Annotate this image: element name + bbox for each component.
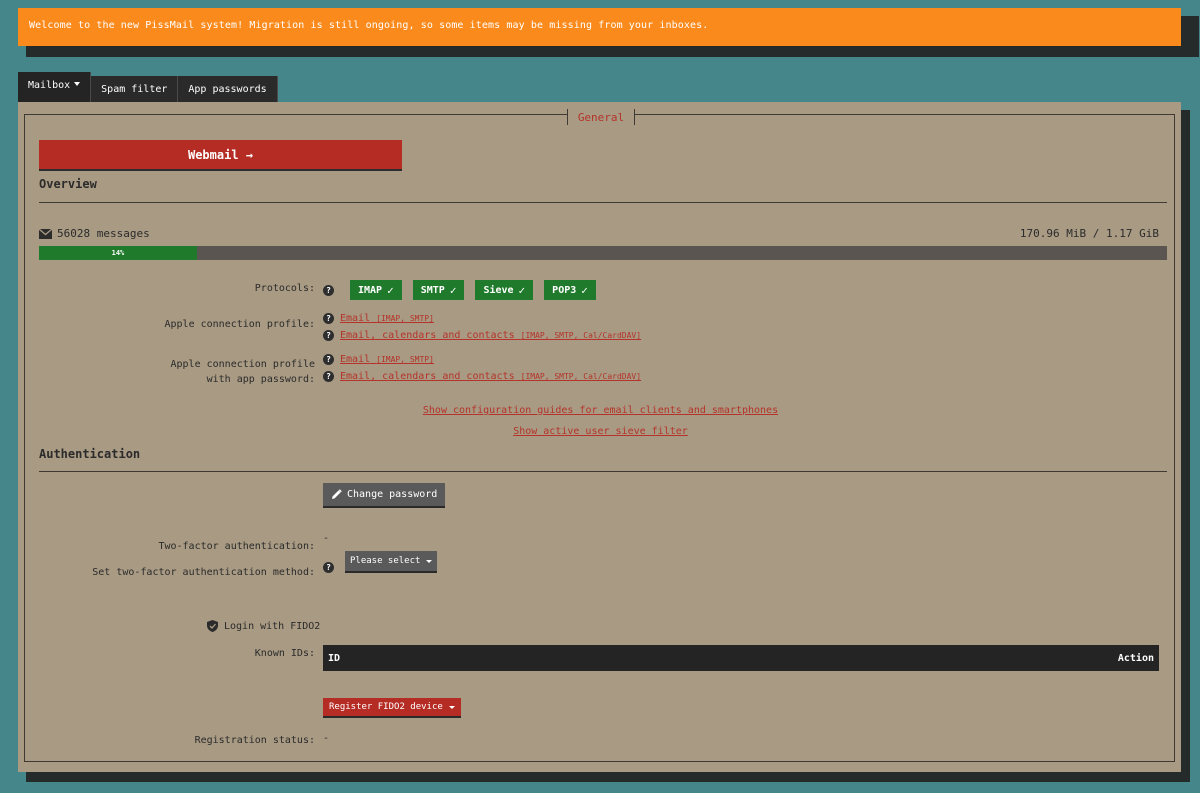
- link-protocols: [IMAP, SMTP]: [376, 355, 434, 364]
- question-icon[interactable]: ?: [323, 313, 334, 324]
- link-text: Email, calendars and contacts: [340, 371, 515, 382]
- apple-app-label-line2: with app password:: [206, 374, 315, 385]
- check-icon: ✓: [581, 283, 588, 297]
- apple-app-email-link[interactable]: Email [IMAP, SMTP]: [340, 354, 434, 365]
- tab-spam-filter-label: Spam filter: [101, 84, 168, 95]
- link-text: Email, calendars and contacts: [340, 330, 515, 341]
- pencil-icon: [332, 489, 342, 499]
- quota-bar-fill: 14%: [39, 246, 197, 260]
- apple-app-full-row: ? Email, calendars and contacts [IMAP, S…: [323, 371, 641, 382]
- webmail-button[interactable]: Webmail →: [39, 140, 402, 171]
- question-icon[interactable]: ?: [323, 330, 334, 341]
- tab-spam-filter[interactable]: Spam filter: [91, 76, 179, 104]
- chevron-down-icon: [448, 705, 455, 709]
- table-action-header: Action: [1117, 652, 1154, 664]
- sieve-filter-row: Show active user sieve filter: [25, 426, 1176, 437]
- check-icon: ✓: [387, 283, 394, 297]
- register-fido-label: Register FIDO2 device: [329, 702, 443, 712]
- link-protocols: [IMAP, SMTP, Cal/CardDAV]: [520, 331, 642, 340]
- table-id-header: ID: [328, 652, 341, 664]
- link-text: Email: [340, 313, 371, 324]
- protocol-badge-imap: IMAP ✓: [350, 280, 402, 300]
- change-password-label: Change password: [347, 489, 438, 500]
- quota-percent: 14%: [111, 249, 125, 257]
- tfa-method-row: ?: [323, 562, 340, 573]
- apple-profile-email-row: ? Email [IMAP, SMTP]: [323, 313, 434, 324]
- tab-app-passwords[interactable]: App passwords: [178, 76, 278, 104]
- apple-app-email-row: ? Email [IMAP, SMTP]: [323, 354, 434, 365]
- protocol-badge-smtp: SMTP ✓: [412, 280, 465, 300]
- tab-app-passwords-label: App passwords: [188, 84, 267, 95]
- change-password-button[interactable]: Change password: [323, 483, 446, 508]
- link-protocols: [IMAP, SMTP]: [376, 314, 434, 323]
- registration-status-value: -: [323, 733, 330, 744]
- apple-app-profile-label: Apple connection profile with app passwo…: [25, 357, 316, 387]
- config-guides-link[interactable]: Show configuration guides for email clie…: [423, 405, 778, 416]
- question-icon[interactable]: ?: [323, 562, 334, 573]
- known-ids-table-header: ID Action: [323, 645, 1159, 671]
- tab-mailbox-label: Mailbox: [28, 80, 71, 91]
- chevron-down-icon: [426, 559, 433, 563]
- quota-bar: 14%: [39, 246, 1167, 260]
- authentication-divider: [39, 471, 1167, 472]
- tfa-method-select-value: Please select: [350, 556, 421, 566]
- fido-label-row: Login with FIDO2: [207, 620, 320, 632]
- protocols-label: Protocols:: [254, 283, 315, 294]
- protocol-smtp-label: SMTP: [420, 284, 445, 296]
- protocol-sieve-label: Sieve: [483, 284, 514, 296]
- general-fieldset: General Webmail → Overview 56028 message…: [24, 109, 1176, 762]
- authentication-title: Authentication: [39, 447, 141, 461]
- apple-profile-label: Apple connection profile:: [164, 319, 315, 330]
- message-count: 56028 messages: [39, 227, 150, 240]
- protocol-imap-label: IMAP: [358, 284, 383, 296]
- mailbox-size: 170.96 MiB / 1.17 GiB: [1019, 227, 1159, 240]
- link-protocols: [IMAP, SMTP, Cal/CardDAV]: [520, 372, 642, 381]
- welcome-banner: Welcome to the new PissMail system! Migr…: [18, 8, 1181, 46]
- link-text: Email: [340, 354, 371, 365]
- shield-icon: [207, 620, 218, 632]
- overview-divider: [39, 202, 1167, 203]
- protocol-badge-sieve: Sieve ✓: [475, 280, 534, 300]
- caret-down-icon: [74, 82, 81, 86]
- tfa-method-select[interactable]: Please select: [345, 551, 438, 573]
- registration-status-label: Registration status:: [194, 735, 315, 746]
- overview-title: Overview: [39, 177, 97, 191]
- webmail-label: Webmail →: [187, 148, 254, 162]
- tab-mailbox[interactable]: Mailbox: [18, 72, 92, 104]
- known-ids-label: Known IDs:: [254, 648, 315, 659]
- sieve-filter-link[interactable]: Show active user sieve filter: [513, 426, 688, 437]
- envelope-icon: [39, 228, 52, 239]
- general-legend: General: [567, 109, 635, 125]
- apple-profile-email-link[interactable]: Email [IMAP, SMTP]: [340, 313, 434, 324]
- register-fido-button[interactable]: Register FIDO2 device: [323, 698, 461, 718]
- protocol-badge-pop3: POP3 ✓: [544, 280, 596, 300]
- check-icon: ✓: [449, 283, 457, 297]
- message-count-text: 56028 messages: [57, 227, 150, 240]
- tfa-method-label: Set two-factor authentication method:: [92, 567, 315, 578]
- tab-bar: Mailbox Spam filter App passwords: [18, 72, 278, 104]
- mailbox-panel: General Webmail → Overview 56028 message…: [18, 102, 1181, 772]
- apple-app-full-link[interactable]: Email, calendars and contacts [IMAP, SMT…: [340, 371, 641, 382]
- question-icon[interactable]: ?: [323, 371, 334, 382]
- question-icon[interactable]: ?: [323, 284, 334, 296]
- question-icon[interactable]: ?: [323, 354, 334, 365]
- tfa-label: Two-factor authentication:: [158, 541, 315, 552]
- protocol-pop3-label: POP3: [552, 284, 577, 296]
- banner-text: Welcome to the new PissMail system! Migr…: [29, 20, 709, 31]
- apple-app-label-line1: Apple connection profile: [170, 359, 316, 370]
- fido-label: Login with FIDO2: [224, 620, 321, 632]
- check-icon: ✓: [518, 283, 526, 297]
- config-guides-row: Show configuration guides for email clie…: [25, 405, 1176, 416]
- protocols-row: ? IMAP ✓ SMTP ✓ Sieve ✓ POP3 ✓: [323, 280, 607, 300]
- apple-profile-full-link[interactable]: Email, calendars and contacts [IMAP, SMT…: [340, 330, 641, 341]
- tfa-value: -: [323, 533, 330, 544]
- apple-profile-full-row: ? Email, calendars and contacts [IMAP, S…: [323, 330, 641, 341]
